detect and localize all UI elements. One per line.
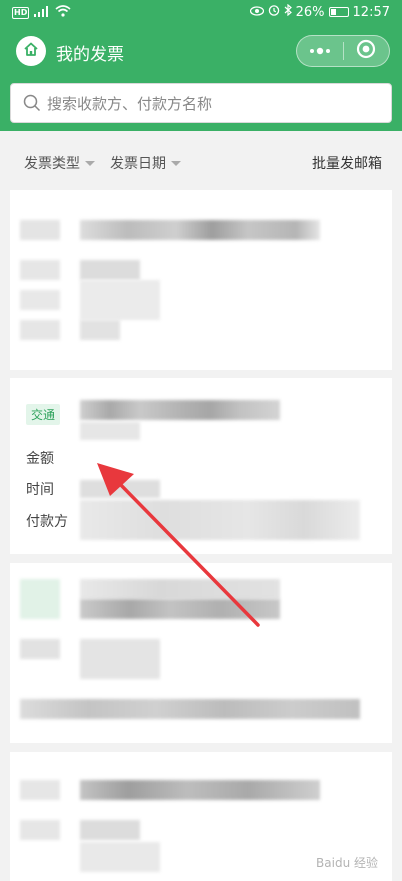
annotation-arrow-icon [97,463,260,627]
watermark: Baidu 经验 [316,856,378,870]
